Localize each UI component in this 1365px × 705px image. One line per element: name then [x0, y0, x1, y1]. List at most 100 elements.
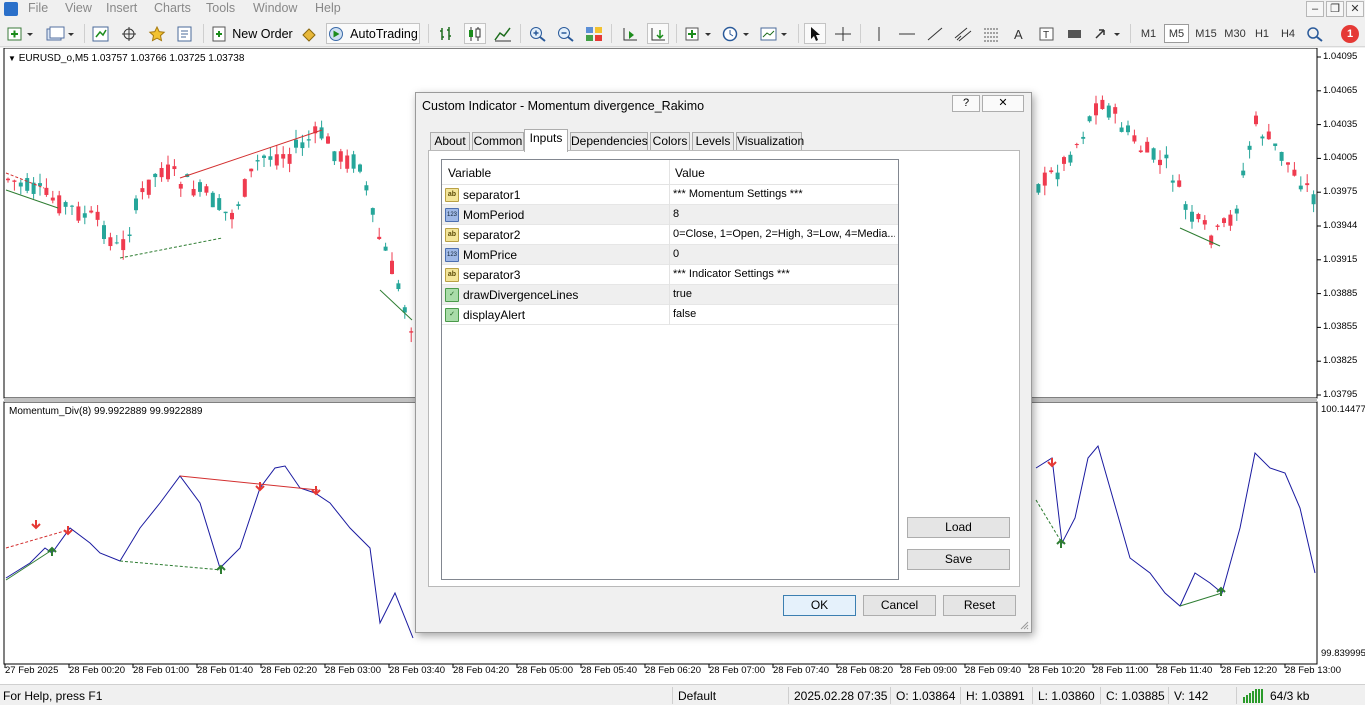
profiles-icon[interactable] [44, 23, 76, 44]
tab-dependencies[interactable]: Dependencies [570, 132, 648, 151]
status-profile[interactable]: Default [678, 689, 716, 703]
line-chart-icon[interactable] [492, 23, 514, 44]
menu-window[interactable]: Window [253, 1, 297, 15]
timeframe-h1[interactable]: H1 [1250, 24, 1274, 43]
periods-icon[interactable] [721, 23, 753, 44]
collapse-arrow-icon[interactable]: ▼ [8, 54, 16, 63]
cancel-button[interactable]: Cancel [863, 595, 936, 616]
time-tick-label: 28 Feb 01:40 [197, 665, 253, 676]
dialog-help-button[interactable]: ? [952, 95, 980, 112]
input-value[interactable]: 0 [673, 248, 895, 260]
trendline-icon[interactable] [924, 23, 946, 44]
close-icon[interactable]: ✕ [1346, 1, 1364, 17]
input-row-drawDivergenceLines[interactable]: ✓ drawDivergenceLines true [442, 285, 898, 305]
candle-body [274, 154, 279, 166]
menu-file[interactable]: File [28, 1, 48, 15]
candle-body [332, 151, 337, 162]
candle-body [210, 192, 215, 208]
dialog-close-button[interactable]: ✕ [982, 95, 1024, 112]
resize-grip-icon[interactable] [1019, 620, 1029, 630]
column-variable[interactable]: Variable [448, 166, 491, 180]
autotrading-button[interactable]: AutoTrading [326, 23, 420, 44]
connection-bars-icon[interactable] [1243, 689, 1267, 703]
tab-visualization[interactable]: Visualization [736, 132, 804, 151]
input-value[interactable]: true [673, 288, 895, 300]
horizontal-line-icon[interactable] [896, 23, 918, 44]
bar-chart-icon[interactable] [436, 23, 458, 44]
templates-icon[interactable] [759, 23, 791, 44]
ok-button[interactable]: OK [783, 595, 856, 616]
zoom-out-icon[interactable] [555, 23, 577, 44]
timeframe-m30[interactable]: M30 [1221, 24, 1249, 43]
arrows-tool-icon[interactable] [1092, 23, 1124, 44]
candle-body [409, 331, 414, 333]
input-row-displayAlert[interactable]: ✓ displayAlert false [442, 305, 898, 325]
timeframe-m15[interactable]: M15 [1192, 24, 1220, 43]
timeframe-m1[interactable]: M1 [1136, 24, 1161, 43]
text-tool-icon[interactable]: A [1008, 23, 1030, 44]
favorites-icon[interactable] [146, 23, 168, 44]
input-value[interactable]: 8 [673, 208, 895, 220]
candle-body [1164, 154, 1169, 159]
time-tick-label: 28 Feb 03:40 [389, 665, 445, 676]
load-button[interactable]: Load [907, 517, 1010, 538]
menu-charts[interactable]: Charts [154, 1, 191, 15]
rectangle-shape-icon[interactable] [1064, 23, 1086, 44]
crosshair-icon[interactable] [832, 23, 854, 44]
input-row-separator2[interactable]: ab separator2 0=Close, 1=Open, 2=High, 3=L… [442, 225, 898, 245]
candle-body [345, 155, 350, 169]
search-icon[interactable] [1304, 23, 1326, 44]
notifications-badge[interactable]: 1 [1338, 23, 1362, 44]
candle-body [287, 154, 292, 164]
input-value[interactable]: false [673, 308, 895, 320]
candlestick-chart-icon[interactable] [464, 23, 486, 44]
tab-levels[interactable]: Levels [692, 132, 734, 151]
app-logo-icon [4, 2, 18, 16]
save-button[interactable]: Save [907, 549, 1010, 570]
tab-common[interactable]: Common [472, 132, 524, 151]
candle-body [140, 188, 145, 193]
menu-help[interactable]: Help [315, 1, 341, 15]
cursor-icon[interactable] [804, 23, 826, 44]
input-row-separator3[interactable]: ab separator3 *** Indicator Settings *** [442, 265, 898, 285]
time-tick-label: 28 Feb 09:40 [965, 665, 1021, 676]
timeframe-h4[interactable]: H4 [1276, 24, 1300, 43]
tab-about[interactable]: About [430, 132, 470, 151]
zoom-in-icon[interactable] [527, 23, 549, 44]
candle-body [1106, 105, 1111, 118]
input-row-separator1[interactable]: ab separator1 *** Momentum Settings *** [442, 185, 898, 205]
vertical-line-icon[interactable] [868, 23, 890, 44]
candle-body [121, 239, 126, 251]
market-watch-icon[interactable] [90, 23, 112, 44]
text-label-icon[interactable]: T [1036, 23, 1058, 44]
tab-colors[interactable]: Colors [650, 132, 690, 151]
fibonacci-icon[interactable] [980, 23, 1002, 44]
equidistant-channel-icon[interactable] [952, 23, 974, 44]
candle-body [25, 178, 30, 191]
input-value[interactable]: *** Indicator Settings *** [673, 268, 895, 280]
minimize-icon[interactable]: – [1306, 1, 1324, 17]
indicators-icon[interactable] [683, 23, 715, 44]
auto-scroll-icon[interactable] [647, 23, 669, 44]
candle-body [1100, 99, 1105, 110]
terminal-icon[interactable] [174, 23, 196, 44]
column-value[interactable]: Value [675, 166, 705, 180]
menu-insert[interactable]: Insert [106, 1, 137, 15]
menu-view[interactable]: View [65, 1, 92, 15]
new-chart-icon[interactable] [6, 23, 36, 44]
reset-button[interactable]: Reset [943, 595, 1016, 616]
new-order-button[interactable]: New Order [210, 23, 294, 44]
tile-windows-icon[interactable] [583, 23, 605, 44]
input-value[interactable]: *** Momentum Settings *** [673, 188, 895, 200]
tab-inputs[interactable]: Inputs [524, 129, 568, 152]
menu-tools[interactable]: Tools [206, 1, 235, 15]
input-row-MomPrice[interactable]: 123 MomPrice 0 [442, 245, 898, 265]
one-click-trading-icon[interactable] [298, 23, 320, 44]
restore-icon[interactable]: ❐ [1326, 1, 1344, 17]
timeframe-m5[interactable]: M5 [1164, 24, 1189, 43]
input-row-MomPeriod[interactable]: 123 MomPeriod 8 [442, 205, 898, 225]
chart-shift-icon[interactable] [619, 23, 641, 44]
input-value[interactable]: 0=Close, 1=Open, 2=High, 3=Low, 4=Media.… [673, 228, 895, 240]
candle-body [306, 139, 311, 141]
crosshair-navigator-icon[interactable] [118, 23, 140, 44]
